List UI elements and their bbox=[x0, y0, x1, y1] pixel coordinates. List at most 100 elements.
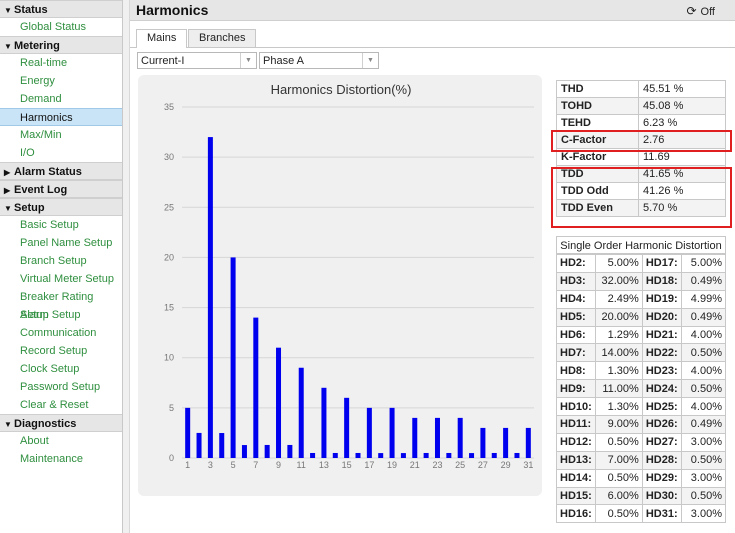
y-tick-label: 20 bbox=[164, 252, 174, 262]
harmonic-order-label: HD31: bbox=[641, 504, 682, 524]
sidebar-item-record-setup[interactable]: Record Setup bbox=[0, 342, 122, 360]
phase-select[interactable]: Phase A ▼ bbox=[259, 52, 379, 69]
harmonic-order-label: HD6: bbox=[556, 325, 596, 345]
harmonic-order-label: HD24: bbox=[641, 379, 682, 399]
harmonic-order-value: 4.00% bbox=[680, 361, 727, 381]
y-tick-label: 30 bbox=[164, 152, 174, 162]
harmonic-order-label: HD7: bbox=[556, 343, 596, 363]
tab-branches[interactable]: Branches bbox=[188, 29, 257, 47]
harmonic-order-value: 4.99% bbox=[680, 289, 727, 309]
sidebar-item-maintenance[interactable]: Maintenance bbox=[0, 450, 122, 468]
sidebar-item-virtual-meter-setup[interactable]: Virtual Meter Setup bbox=[0, 270, 122, 288]
single-order-table: Single Order Harmonic Distortion HD2: 5.0… bbox=[556, 236, 727, 524]
chart-title: Harmonics Distortion(%) bbox=[271, 82, 412, 97]
harmonic-order-value: 3.00% bbox=[680, 504, 727, 524]
sidebar-item-about[interactable]: About bbox=[0, 432, 122, 450]
harmonic-bar bbox=[332, 452, 338, 458]
sidebar-item-password-setup[interactable]: Password Setup bbox=[0, 378, 122, 396]
sidebar-section-status[interactable]: ▼ Status bbox=[0, 0, 122, 18]
page-header: Harmonics ⟳ Off bbox=[130, 0, 735, 21]
harmonic-order-value: 0.50% bbox=[594, 432, 643, 452]
table-row: HD13: 7.00% HD28: 0.50% bbox=[556, 450, 727, 470]
sidebar-item-communication[interactable]: Communication bbox=[0, 324, 122, 342]
table-row: HD10: 1.30% HD25: 4.00% bbox=[556, 397, 727, 417]
sidebar-item-basic-setup[interactable]: Basic Setup bbox=[0, 216, 122, 234]
measurement-select[interactable]: Current-I ▼ bbox=[137, 52, 257, 69]
tab-mains[interactable]: Mains bbox=[136, 29, 188, 48]
sidebar-item-breaker-rating-setup[interactable]: Breaker Rating Setup bbox=[0, 288, 122, 321]
harmonic-order-label: HD19: bbox=[641, 289, 682, 309]
sidebar-item-clock-setup[interactable]: Clock Setup bbox=[0, 360, 122, 378]
x-tick-label: 19 bbox=[387, 460, 397, 470]
harmonic-bar bbox=[503, 427, 509, 458]
harmonic-order-label: HD17: bbox=[641, 254, 682, 273]
tab-bar: Mains Branches bbox=[130, 21, 735, 48]
x-tick-label: 7 bbox=[253, 460, 258, 470]
harmonic-order-value: 0.50% bbox=[594, 468, 643, 488]
harmonic-order-value: 9.00% bbox=[594, 415, 643, 434]
chart-panel: Harmonics Distortion(%) 0 5 10 15 20 25 30 35 1… bbox=[138, 75, 542, 496]
sidebar-item-energy[interactable]: Energy bbox=[0, 72, 122, 90]
harmonic-order-value: 32.00% bbox=[594, 271, 643, 291]
harmonic-bar bbox=[434, 417, 440, 458]
x-tick-label: 31 bbox=[523, 460, 533, 470]
harmonic-order-value: 0.49% bbox=[680, 415, 727, 434]
x-tick-label: 21 bbox=[410, 460, 420, 470]
harmonic-order-label: HD27: bbox=[641, 432, 682, 452]
sidebar-section-metering[interactable]: ▼ Metering bbox=[0, 36, 122, 54]
caret-right-icon: ▶ bbox=[4, 186, 11, 195]
harmonic-bar bbox=[276, 347, 282, 458]
sidebar-item-clear-reset[interactable]: Clear & Reset bbox=[0, 396, 122, 414]
harmonic-bar bbox=[457, 417, 463, 458]
sidebar-item-branch-setup[interactable]: Branch Setup bbox=[0, 252, 122, 270]
harmonic-order-label: HD9: bbox=[556, 379, 596, 399]
x-tick-label: 9 bbox=[276, 460, 281, 470]
table-row: HD14: 0.50% HD29: 3.00% bbox=[556, 468, 727, 488]
harmonic-order-value: 7.00% bbox=[594, 450, 643, 470]
y-tick-label: 35 bbox=[164, 102, 174, 112]
summary-label: TOHD bbox=[556, 97, 639, 115]
harmonic-order-value: 0.49% bbox=[680, 307, 727, 327]
sidebar-section-label: Event Log bbox=[14, 184, 68, 196]
sidebar-section-setup[interactable]: ▼ Setup bbox=[0, 198, 122, 216]
harmonic-bar bbox=[321, 387, 327, 458]
sidebar-item-harmonics[interactable]: Harmonics bbox=[0, 108, 122, 126]
harmonic-order-value: 11.00% bbox=[594, 379, 643, 399]
harmonic-order-value: 2.49% bbox=[594, 289, 643, 309]
sidebar-scrollbar[interactable] bbox=[123, 0, 130, 533]
table-row: HD3: 32.00% HD18: 0.49% bbox=[556, 271, 727, 291]
harmonic-order-label: HD15: bbox=[556, 486, 596, 506]
tdd-highlight bbox=[551, 167, 732, 228]
harmonic-bar bbox=[469, 453, 475, 458]
harmonic-order-value: 3.00% bbox=[680, 432, 727, 452]
y-tick-label: 15 bbox=[164, 303, 174, 313]
caret-right-icon: ▶ bbox=[4, 168, 11, 177]
sidebar-item-global-status[interactable]: Global Status bbox=[0, 18, 122, 36]
sidebar-item-max-min[interactable]: Max/Min bbox=[0, 126, 122, 144]
sidebar-item-alarm-setup[interactable]: Alarm Setup bbox=[0, 306, 122, 324]
sidebar-section-diagnostics[interactable]: ▼ Diagnostics bbox=[0, 414, 122, 432]
sidebar-section-label: Status bbox=[14, 4, 48, 16]
auto-refresh-toggle[interactable]: ⟳ Off bbox=[686, 4, 715, 18]
sidebar-section-event-log[interactable]: ▶ Event Log bbox=[0, 180, 122, 198]
sidebar-item-real-time[interactable]: Real-time bbox=[0, 54, 122, 72]
sidebar-item-demand[interactable]: Demand bbox=[0, 90, 122, 108]
x-tick-label: 3 bbox=[208, 460, 213, 470]
table-row: HD9: 11.00% HD24: 0.50% bbox=[556, 379, 727, 399]
harmonic-order-label: HD20: bbox=[641, 307, 682, 327]
harmonic-order-value: 4.00% bbox=[680, 325, 727, 345]
harmonic-order-value: 0.50% bbox=[680, 343, 727, 363]
harmonic-order-label: HD29: bbox=[641, 468, 682, 488]
sidebar-item-panel-name-setup[interactable]: Panel Name Setup bbox=[0, 234, 122, 252]
sidebar-item-i-o[interactable]: I/O bbox=[0, 144, 122, 162]
harmonic-order-value: 1.30% bbox=[594, 361, 643, 381]
table-row: HD12: 0.50% HD27: 3.00% bbox=[556, 432, 727, 452]
harmonic-bar bbox=[230, 257, 236, 458]
harmonic-order-label: HD16: bbox=[556, 504, 596, 524]
sidebar-section-alarm-status[interactable]: ▶ Alarm Status bbox=[0, 162, 122, 180]
harmonic-order-value: 1.30% bbox=[594, 397, 643, 417]
harmonic-order-label: HD8: bbox=[556, 361, 596, 381]
harmonic-order-value: 0.50% bbox=[680, 379, 727, 399]
chevron-down-icon: ▼ bbox=[240, 53, 256, 68]
summary-value: 45.08 % bbox=[638, 97, 726, 115]
